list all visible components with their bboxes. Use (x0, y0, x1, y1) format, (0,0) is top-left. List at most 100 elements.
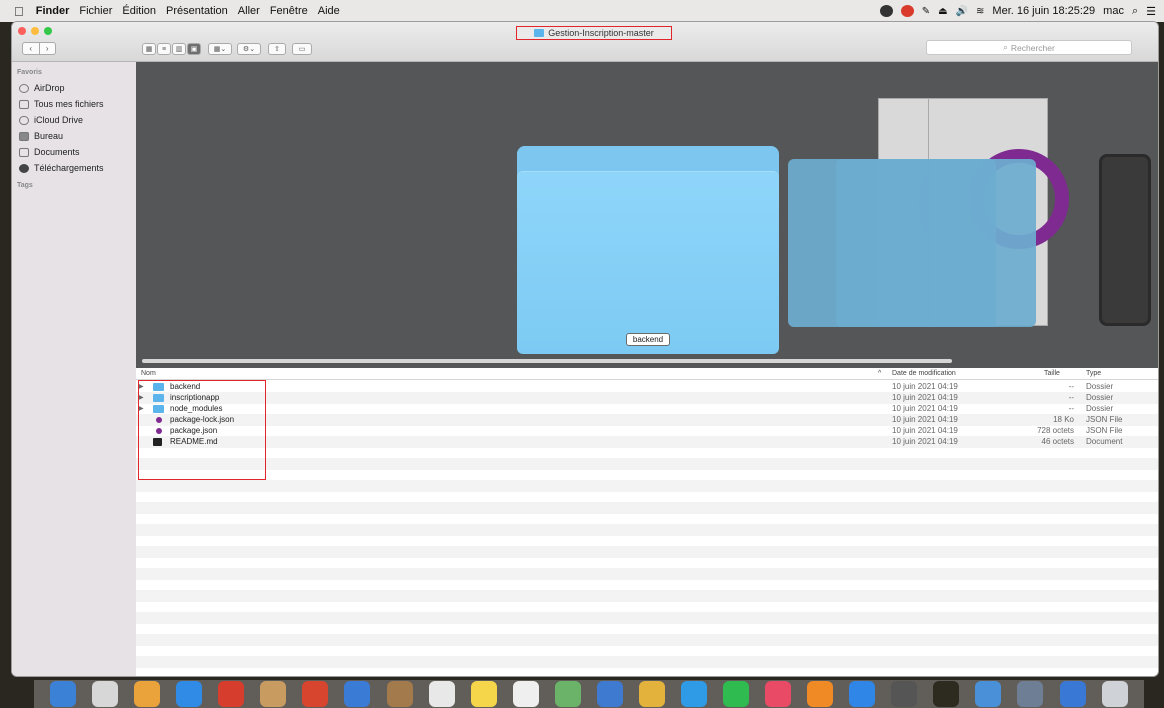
app-dock-icon-7[interactable] (975, 681, 1002, 707)
folder-preview-inscriptionapp[interactable] (788, 159, 996, 327)
app-dock-icon-5[interactable] (344, 681, 371, 707)
sidebar-section-favorites: Favoris (17, 69, 42, 76)
safari-dock-icon[interactable] (176, 681, 203, 707)
app-dock-icon-4[interactable] (302, 681, 329, 707)
clock[interactable]: Mer. 16 juin 18:25:29 (992, 5, 1095, 17)
sidebar-item-label: Documents (34, 147, 80, 157)
cloud-icon (19, 115, 29, 125)
menu-presentation[interactable]: Présentation (166, 5, 228, 17)
sidebar-item-all-files[interactable]: Tous mes fichiers (12, 96, 136, 112)
file-size: 46 octets (1041, 437, 1074, 446)
search-field[interactable]: ⌕ Rechercher (926, 40, 1132, 55)
column-header-size[interactable]: Taille (1044, 370, 1060, 377)
preview-dock-icon[interactable] (596, 681, 623, 707)
eject-icon[interactable]: ⏏ (938, 6, 947, 17)
folder-icon (534, 29, 545, 37)
tag-icon: ▭ (298, 46, 306, 53)
file-size: 18 Ko (1053, 415, 1074, 424)
cover-flow-scrollbar[interactable] (142, 359, 952, 363)
facetime-dock-icon[interactable] (723, 681, 750, 707)
app-dock-icon-9[interactable] (1059, 681, 1086, 707)
status-app-icon[interactable] (879, 5, 893, 17)
maps-dock-icon[interactable] (554, 681, 581, 707)
app-dock-icon-8[interactable] (1017, 681, 1044, 707)
photos-dock-icon[interactable] (638, 681, 665, 707)
cover-flow-preview: backend (136, 62, 1158, 368)
file-type: JSON File (1086, 426, 1123, 435)
minimize-button[interactable] (31, 27, 39, 35)
close-button[interactable] (18, 27, 26, 35)
app-store-dock-icon[interactable] (849, 681, 876, 707)
action-menu-button[interactable]: ⚙⌄ (237, 43, 261, 55)
status-area: ✎ ⏏ 🔊 ≋ Mer. 16 juin 18:25:29 mac ⌕ ☰ (879, 0, 1156, 22)
menu-edition[interactable]: Édition (122, 5, 156, 17)
column-header-type[interactable]: Type (1086, 370, 1101, 377)
list-view-button[interactable]: ≡ (157, 43, 171, 55)
icon-view-button[interactable]: ▦ (142, 43, 156, 55)
sidebar-item-airdrop[interactable]: AirDrop (12, 80, 136, 96)
share-button[interactable]: ⇧ (268, 43, 286, 55)
notes-dock-icon[interactable] (470, 681, 497, 707)
sidebar-item-label: Tous mes fichiers (34, 99, 104, 109)
spotlight-search-icon[interactable]: ⌕ (1132, 5, 1138, 18)
app-dock-icon-2[interactable] (218, 681, 245, 707)
status-app-icon-2[interactable] (900, 5, 914, 17)
app-dock-icon[interactable] (134, 681, 161, 707)
user-name[interactable]: mac (1103, 5, 1124, 17)
launchpad-dock-icon[interactable] (92, 681, 119, 707)
forward-button[interactable]: › (40, 43, 56, 54)
menu-aller[interactable]: Aller (238, 5, 260, 17)
app-dock-icon-3[interactable] (260, 681, 287, 707)
search-placeholder: Rechercher (1010, 42, 1055, 53)
icon-view-icon: ▦ (145, 46, 153, 53)
zoom-button[interactable] (44, 27, 52, 35)
menu-aide[interactable]: Aide (318, 5, 340, 17)
sidebar-item-icloud[interactable]: iCloud Drive (12, 112, 136, 128)
sidebar-item-documents[interactable]: Documents (12, 144, 136, 160)
arrange-icon: ▦⌄ (213, 46, 227, 53)
sidebar-item-bureau[interactable]: Bureau (12, 128, 136, 144)
trash-dock-icon[interactable] (1101, 681, 1128, 707)
file-type: Dossier (1086, 382, 1114, 391)
reminders-dock-icon[interactable] (512, 681, 539, 707)
column-view-button[interactable]: ▥ (172, 43, 186, 55)
wifi-icon[interactable]: ≋ (976, 6, 984, 17)
file-type: Document (1086, 437, 1123, 446)
file-size: -- (1068, 393, 1074, 402)
cover-flow-view-button[interactable]: ▣ (187, 43, 201, 55)
documents-icon (19, 147, 29, 157)
calendar-dock-icon[interactable] (428, 681, 455, 707)
messages-dock-icon[interactable] (680, 681, 707, 707)
pencil-icon[interactable]: ✎ (922, 6, 930, 17)
back-button[interactable]: ‹ (23, 43, 40, 54)
empty-row (136, 667, 1158, 676)
app-dock-icon-6[interactable] (386, 681, 413, 707)
file-type: Dossier (1086, 404, 1114, 413)
screen:  Finder Fichier Édition Présentation Al… (0, 0, 1164, 708)
music-dock-icon[interactable] (765, 681, 792, 707)
illustrator-dock-icon[interactable] (933, 681, 960, 707)
list-view-icon: ≡ (161, 45, 167, 53)
notification-center-icon[interactable]: ☰ (1146, 5, 1156, 18)
file-date: 10 juin 2021 04:19 (892, 426, 958, 435)
volume-icon[interactable]: 🔊 (956, 6, 968, 17)
file-list: Nom ^ Date de modification Taille Type ▶… (136, 368, 1158, 676)
column-header-name[interactable]: Nom (141, 370, 156, 377)
window-controls (18, 27, 52, 35)
books-dock-icon[interactable] (807, 681, 834, 707)
menu-finder[interactable]: Finder (36, 5, 70, 17)
system-preferences-dock-icon[interactable] (891, 681, 918, 707)
document-preview[interactable] (1099, 154, 1151, 326)
apple-menu-icon[interactable]:  (14, 4, 24, 19)
tags-button[interactable]: ▭ (292, 43, 312, 55)
file-size: -- (1068, 404, 1074, 413)
sidebar-item-downloads[interactable]: Téléchargements (12, 160, 136, 176)
sidebar-item-label: AirDrop (34, 83, 65, 93)
arrange-menu-button[interactable]: ▦⌄ (208, 43, 232, 55)
finder-dock-icon[interactable] (50, 681, 77, 707)
menu-fenetre[interactable]: Fenêtre (270, 5, 308, 17)
sidebar-item-label: iCloud Drive (34, 115, 84, 125)
menu-fichier[interactable]: Fichier (79, 5, 112, 17)
menu-bar:  Finder Fichier Édition Présentation Al… (0, 0, 1164, 22)
column-header-date[interactable]: Date de modification (892, 370, 956, 377)
